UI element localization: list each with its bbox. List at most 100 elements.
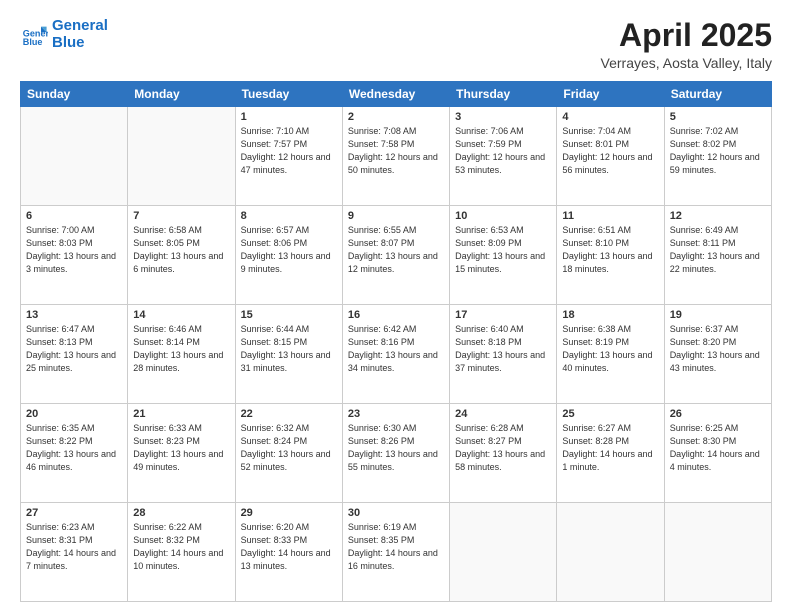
calendar-cell: 7 Sunrise: 6:58 AMSunset: 8:05 PMDaylight…: [128, 206, 235, 305]
day-number: 1: [241, 111, 337, 123]
day-number: 21: [133, 408, 229, 420]
calendar-cell: 16Sunrise: 6:42 AMSunset: 8:16 PMDayligh…: [342, 305, 449, 404]
day-info: Sunrise: 6:47 AMSunset: 8:13 PMDaylight:…: [26, 323, 122, 375]
day-info: Sunrise: 6:28 AMSunset: 8:27 PMDaylight:…: [455, 422, 551, 474]
calendar-cell: 2 Sunrise: 7:08 AMSunset: 7:58 PMDaylight…: [342, 107, 449, 206]
calendar-cell: 24 Sunrise: 6:28 AMSunset: 8:27 PMDayligh…: [450, 404, 557, 503]
day-info: Sunrise: 6:33 AMSunset: 8:23 PMDaylight:…: [133, 422, 229, 474]
day-number: 14: [133, 309, 229, 321]
day-number: 11: [562, 210, 658, 222]
day-number: 24: [455, 408, 551, 420]
day-info: Sunrise: 6:19 AMSunset: 8:35 PMDaylight:…: [348, 521, 444, 573]
day-info: Sunrise: 6:30 AMSunset: 8:26 PMDaylight:…: [348, 422, 444, 474]
day-info: Sunrise: 6:53 AMSunset: 8:09 PMDaylight:…: [455, 224, 551, 276]
calendar-cell: 29 Sunrise: 6:20 AMSunset: 8:33 PMDayligh…: [235, 503, 342, 602]
day-info: Sunrise: 6:20 AMSunset: 8:33 PMDaylight:…: [241, 521, 337, 573]
day-number: 6: [26, 210, 122, 222]
calendar: SundayMondayTuesdayWednesdayThursdayFrid…: [20, 81, 772, 602]
day-info: Sunrise: 6:27 AMSunset: 8:28 PMDaylight:…: [562, 422, 658, 474]
calendar-cell: 9 Sunrise: 6:55 AMSunset: 8:07 PMDaylight…: [342, 206, 449, 305]
calendar-cell: 4Sunrise: 7:04 AMSunset: 8:01 PMDaylight…: [557, 107, 664, 206]
calendar-cell: 19 Sunrise: 6:37 AMSunset: 8:20 PMDayligh…: [664, 305, 771, 404]
calendar-header-monday: Monday: [128, 82, 235, 107]
calendar-header-friday: Friday: [557, 82, 664, 107]
calendar-header-tuesday: Tuesday: [235, 82, 342, 107]
calendar-cell: 12 Sunrise: 6:49 AMSunset: 8:11 PMDayligh…: [664, 206, 771, 305]
day-info: Sunrise: 6:40 AMSunset: 8:18 PMDaylight:…: [455, 323, 551, 375]
calendar-cell: 17 Sunrise: 6:40 AMSunset: 8:18 PMDayligh…: [450, 305, 557, 404]
day-number: 26: [670, 408, 766, 420]
calendar-header-wednesday: Wednesday: [342, 82, 449, 107]
calendar-week-3: 13 Sunrise: 6:47 AMSunset: 8:13 PMDayligh…: [21, 305, 772, 404]
logo-line2: Blue: [52, 35, 108, 52]
day-info: Sunrise: 6:44 AMSunset: 8:15 PMDaylight:…: [241, 323, 337, 375]
day-number: 3: [455, 111, 551, 123]
page: General Blue General Blue April 2025 Ver…: [0, 0, 792, 612]
calendar-cell: 15 Sunrise: 6:44 AMSunset: 8:15 PMDayligh…: [235, 305, 342, 404]
calendar-cell: 10 Sunrise: 6:53 AMSunset: 8:09 PMDayligh…: [450, 206, 557, 305]
calendar-week-4: 20Sunrise: 6:35 AMSunset: 8:22 PMDayligh…: [21, 404, 772, 503]
day-info: Sunrise: 6:58 AMSunset: 8:05 PMDaylight:…: [133, 224, 229, 276]
calendar-cell: 25 Sunrise: 6:27 AMSunset: 8:28 PMDayligh…: [557, 404, 664, 503]
subtitle: Verrayes, Aosta Valley, Italy: [601, 55, 772, 71]
calendar-cell: [21, 107, 128, 206]
day-number: 27: [26, 507, 122, 519]
day-info: Sunrise: 7:00 AMSunset: 8:03 PMDaylight:…: [26, 224, 122, 276]
logo-icon: General Blue: [20, 21, 48, 49]
day-number: 8: [241, 210, 337, 222]
calendar-cell: 30 Sunrise: 6:19 AMSunset: 8:35 PMDayligh…: [342, 503, 449, 602]
day-number: 9: [348, 210, 444, 222]
calendar-cell: 6 Sunrise: 7:00 AMSunset: 8:03 PMDaylight…: [21, 206, 128, 305]
day-info: Sunrise: 6:51 AMSunset: 8:10 PMDaylight:…: [562, 224, 658, 276]
calendar-cell: 14 Sunrise: 6:46 AMSunset: 8:14 PMDayligh…: [128, 305, 235, 404]
title-block: April 2025 Verrayes, Aosta Valley, Italy: [601, 18, 772, 71]
day-number: 15: [241, 309, 337, 321]
day-info: Sunrise: 6:57 AMSunset: 8:06 PMDaylight:…: [241, 224, 337, 276]
day-number: 29: [241, 507, 337, 519]
calendar-week-1: 1Sunrise: 7:10 AMSunset: 7:57 PMDaylight…: [21, 107, 772, 206]
day-number: 17: [455, 309, 551, 321]
calendar-header-saturday: Saturday: [664, 82, 771, 107]
day-number: 30: [348, 507, 444, 519]
calendar-header-row: SundayMondayTuesdayWednesdayThursdayFrid…: [21, 82, 772, 107]
day-info: Sunrise: 7:04 AMSunset: 8:01 PMDaylight:…: [562, 125, 658, 177]
day-number: 25: [562, 408, 658, 420]
calendar-cell: 11 Sunrise: 6:51 AMSunset: 8:10 PMDayligh…: [557, 206, 664, 305]
day-number: 5: [670, 111, 766, 123]
day-info: Sunrise: 6:46 AMSunset: 8:14 PMDaylight:…: [133, 323, 229, 375]
day-info: Sunrise: 6:49 AMSunset: 8:11 PMDaylight:…: [670, 224, 766, 276]
day-info: Sunrise: 6:35 AMSunset: 8:22 PMDaylight:…: [26, 422, 122, 474]
calendar-cell: [128, 107, 235, 206]
day-number: 13: [26, 309, 122, 321]
calendar-cell: 13 Sunrise: 6:47 AMSunset: 8:13 PMDayligh…: [21, 305, 128, 404]
day-number: 23: [348, 408, 444, 420]
calendar-cell: 27 Sunrise: 6:23 AMSunset: 8:31 PMDayligh…: [21, 503, 128, 602]
day-info: Sunrise: 6:55 AMSunset: 8:07 PMDaylight:…: [348, 224, 444, 276]
main-title: April 2025: [601, 18, 772, 53]
day-number: 28: [133, 507, 229, 519]
calendar-header-thursday: Thursday: [450, 82, 557, 107]
calendar-week-2: 6 Sunrise: 7:00 AMSunset: 8:03 PMDaylight…: [21, 206, 772, 305]
calendar-cell: 28Sunrise: 6:22 AMSunset: 8:32 PMDayligh…: [128, 503, 235, 602]
day-info: Sunrise: 6:25 AMSunset: 8:30 PMDaylight:…: [670, 422, 766, 474]
day-info: Sunrise: 6:37 AMSunset: 8:20 PMDaylight:…: [670, 323, 766, 375]
logo-line1: General: [52, 18, 108, 35]
day-number: 2: [348, 111, 444, 123]
day-info: Sunrise: 7:08 AMSunset: 7:58 PMDaylight:…: [348, 125, 444, 177]
day-number: 12: [670, 210, 766, 222]
calendar-cell: [557, 503, 664, 602]
calendar-header-sunday: Sunday: [21, 82, 128, 107]
calendar-cell: 18Sunrise: 6:38 AMSunset: 8:19 PMDayligh…: [557, 305, 664, 404]
calendar-cell: 3Sunrise: 7:06 AMSunset: 7:59 PMDaylight…: [450, 107, 557, 206]
calendar-cell: 8 Sunrise: 6:57 AMSunset: 8:06 PMDaylight…: [235, 206, 342, 305]
calendar-cell: 21 Sunrise: 6:33 AMSunset: 8:23 PMDayligh…: [128, 404, 235, 503]
day-number: 10: [455, 210, 551, 222]
calendar-cell: 26 Sunrise: 6:25 AMSunset: 8:30 PMDayligh…: [664, 404, 771, 503]
day-info: Sunrise: 6:23 AMSunset: 8:31 PMDaylight:…: [26, 521, 122, 573]
header: General Blue General Blue April 2025 Ver…: [20, 18, 772, 71]
calendar-week-5: 27 Sunrise: 6:23 AMSunset: 8:31 PMDayligh…: [21, 503, 772, 602]
day-number: 19: [670, 309, 766, 321]
day-number: 7: [133, 210, 229, 222]
day-info: Sunrise: 6:42 AMSunset: 8:16 PMDaylight:…: [348, 323, 444, 375]
logo: General Blue General Blue: [20, 18, 108, 51]
